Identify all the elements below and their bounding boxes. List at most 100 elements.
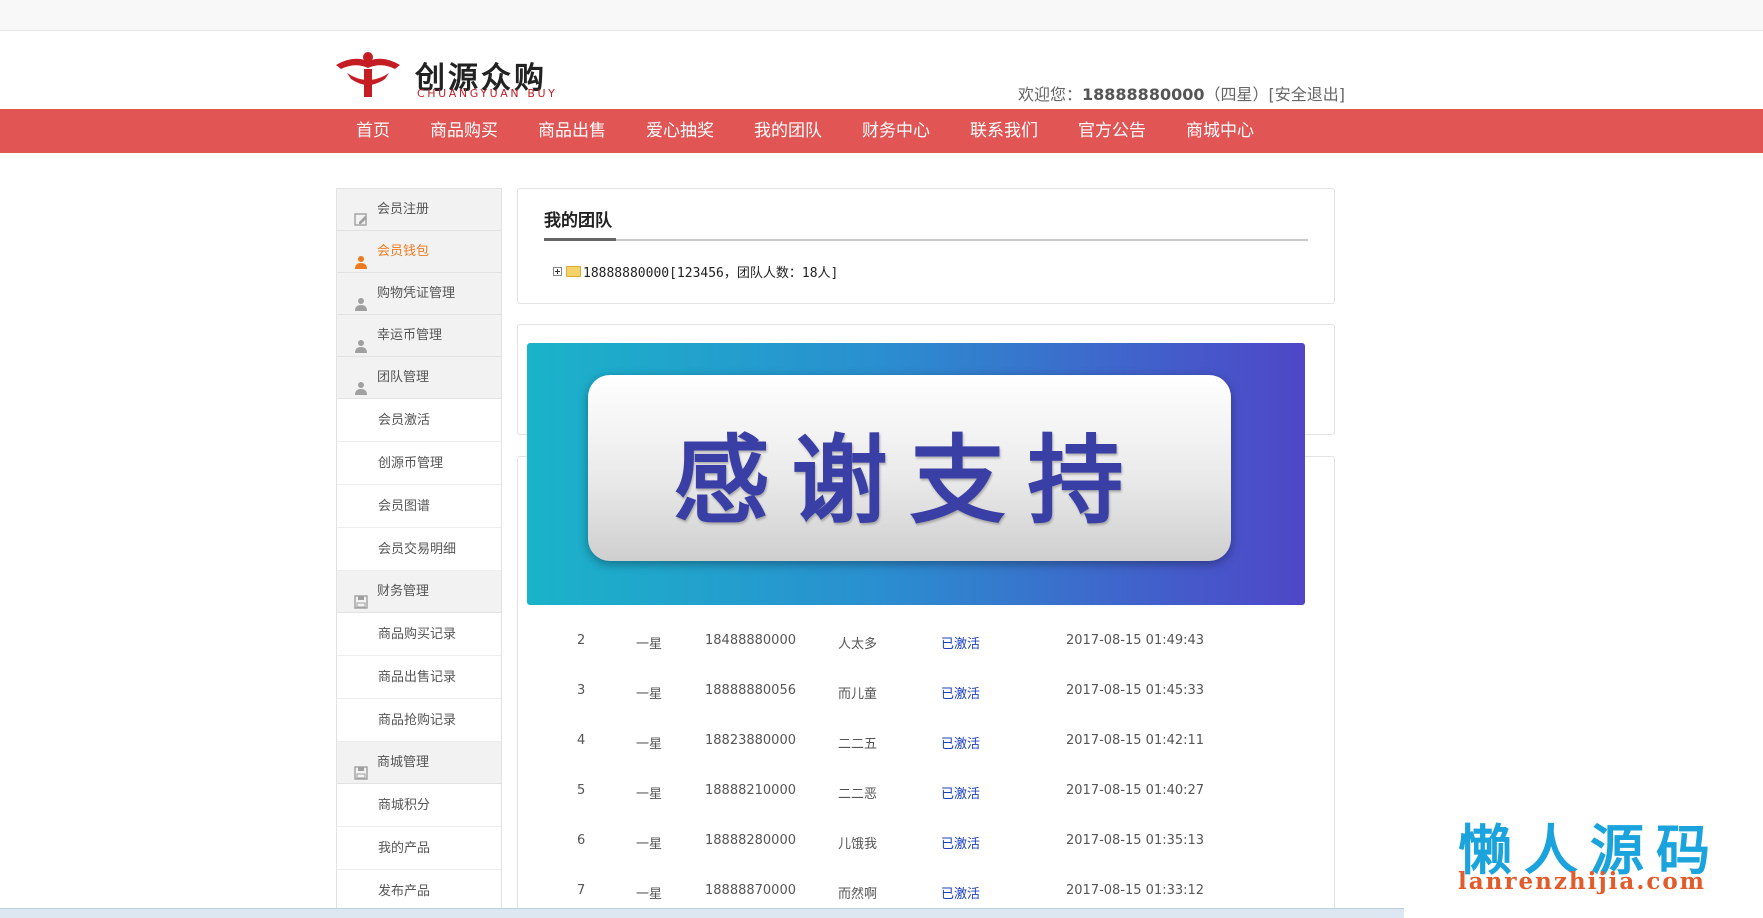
nav-item-2[interactable]: 商品出售 — [518, 109, 626, 153]
sidebar-group-1[interactable]: 会员钱包 — [337, 231, 501, 273]
nav-item-4[interactable]: 我的团队 — [734, 109, 842, 153]
main-nav-bar: 首页 商品购买 商品出售 爱心抽奖 我的团队 财务中心 联系我们 官方公告 商城中心 — [0, 109, 1763, 153]
expand-icon[interactable] — [553, 267, 562, 276]
user-icon — [354, 371, 368, 395]
user-icon — [354, 245, 368, 269]
sidebar-group-2[interactable]: 购物凭证管理 — [337, 273, 501, 315]
user-icon — [354, 329, 368, 353]
save-icon — [354, 585, 368, 609]
cell-status[interactable]: 已激活 — [941, 733, 980, 752]
cell-status[interactable]: 已激活 — [941, 633, 980, 652]
sidebar-group-label: 购物凭证管理 — [377, 286, 456, 301]
main-nav: 首页 商品购买 商品出售 爱心抽奖 我的团队 财务中心 联系我们 官方公告 商城中心 — [336, 109, 1274, 153]
sidebar-item[interactable]: 商品购买记录 — [337, 613, 501, 656]
watermark: 懒人源码 lanrenzhijia.com — [1404, 800, 1763, 918]
cell-time: 2017-08-15 01:33:12 — [1066, 883, 1205, 898]
sidebar-item[interactable]: 会员激活 — [337, 399, 501, 442]
cell-status[interactable]: 已激活 — [941, 833, 980, 852]
team-title: 我的团队 — [544, 211, 612, 231]
logo-text-en: CHUANGYUAN BUY — [417, 87, 558, 100]
table-row: 2 一星 18488880000 人太多 已激活 2017-08-15 01:49:43 — [517, 616, 1335, 666]
nav-item-6[interactable]: 联系我们 — [950, 109, 1058, 153]
nav-item-1[interactable]: 商品购买 — [410, 109, 518, 153]
cell-no: 3 — [577, 683, 586, 698]
team-panel: 我的团队 18888880000[123456，团队人数：18人] — [517, 188, 1335, 304]
cell-name: 人太多 — [838, 637, 878, 652]
user-rank: （四星） — [1204, 85, 1269, 104]
sidebar-item[interactable]: 商城积分 — [337, 784, 501, 827]
cell-star: 一星 — [636, 787, 663, 802]
table-row: 6 一星 18888280000 儿饿我 已激活 2017-08-15 01:35:13 — [517, 816, 1335, 866]
sidebar-menu: 会员注册会员钱包购物凭证管理 幸运币管理团队管理会员激活 创源币管理 会员图谱 会员交易… — [336, 188, 502, 918]
cell-phone: 18888870000 — [705, 883, 796, 898]
cell-no: 6 — [577, 833, 586, 848]
username: 18888880000 — [1082, 85, 1205, 104]
cell-star: 一星 — [636, 637, 663, 652]
sidebar-item[interactable]: 商品出售记录 — [337, 656, 501, 699]
welcome-bar: 欢迎您：18888880000（四星）[安全退出] — [1018, 81, 1345, 105]
banner-text: 感谢支持 — [673, 425, 1146, 537]
sidebar-group-6[interactable]: 商城管理 — [337, 742, 501, 784]
sidebar-group-label: 商城管理 — [377, 755, 430, 770]
cell-name: 二二恶 — [838, 787, 878, 802]
cell-phone: 18823880000 — [705, 733, 796, 748]
watermark-en: lanrenzhijia.com — [1458, 868, 1707, 895]
team-tree-node[interactable]: 18888880000[123456，团队人数：18人] — [553, 262, 838, 281]
title-divider — [544, 239, 1308, 241]
cell-status[interactable]: 已激活 — [941, 683, 980, 702]
cell-status[interactable]: 已激活 — [941, 883, 980, 902]
save-icon — [354, 756, 368, 780]
table-row: 3 一星 18888880056 而儿童 已激活 2017-08-15 01:45:33 — [517, 666, 1335, 716]
browser-top-strip — [0, 0, 1763, 31]
nav-item-7[interactable]: 官方公告 — [1058, 109, 1166, 153]
cell-time: 2017-08-15 01:35:13 — [1066, 833, 1205, 848]
records-list: 2 一星 18488880000 人太多 已激活 2017-08-15 01:49:43 3… — [517, 616, 1335, 916]
sidebar-group-4[interactable]: 团队管理 — [337, 357, 501, 399]
site-logo[interactable]: 创源众购 CHUANGYUAN BUY — [333, 51, 633, 101]
sidebar-group-label: 财务管理 — [377, 584, 430, 599]
cell-star: 一星 — [636, 837, 663, 852]
tree-node-label: 18888880000[123456，团队人数：18人] — [583, 266, 839, 281]
cell-name: 而然啊 — [838, 887, 878, 902]
cell-status[interactable]: 已激活 — [941, 783, 980, 802]
sidebar-item[interactable]: 会员图谱 — [337, 485, 501, 528]
cell-time: 2017-08-15 01:42:11 — [1066, 733, 1205, 748]
nav-item-0[interactable]: 首页 — [336, 109, 410, 153]
sidebar-group-label: 幸运币管理 — [377, 328, 443, 343]
logo-mark-icon — [336, 52, 400, 97]
logout-link[interactable]: [安全退出] — [1269, 85, 1346, 104]
sidebar-item[interactable]: 发布产品 — [337, 870, 501, 913]
sidebar-group-3[interactable]: 幸运币管理 — [337, 315, 501, 357]
nav-item-8[interactable]: 商城中心 — [1166, 109, 1274, 153]
sidebar-item[interactable]: 创源币管理 — [337, 442, 501, 485]
cell-phone: 18888880056 — [705, 683, 796, 698]
cell-no: 7 — [577, 883, 586, 898]
sidebar-group-label: 团队管理 — [377, 370, 430, 385]
cell-no: 5 — [577, 783, 586, 798]
folder-icon — [566, 266, 581, 277]
table-row: 4 一星 18823880000 二二五 已激活 2017-08-15 01:42:11 — [517, 716, 1335, 766]
cell-phone: 18888280000 — [705, 833, 796, 848]
sidebar-item[interactable]: 会员交易明细 — [337, 528, 501, 571]
cell-name: 而儿童 — [838, 687, 878, 702]
cell-no: 2 — [577, 633, 586, 648]
cell-star: 一星 — [636, 737, 663, 752]
cell-phone: 18888210000 — [705, 783, 796, 798]
nav-item-5[interactable]: 财务中心 — [842, 109, 950, 153]
sidebar-group-label: 会员注册 — [377, 202, 430, 217]
sidebar-group-label: 会员钱包 — [377, 244, 430, 259]
sidebar-item[interactable]: 商品抢购记录 — [337, 699, 501, 742]
sidebar-item[interactable]: 我的产品 — [337, 827, 501, 870]
cell-name: 二二五 — [838, 737, 878, 752]
sidebar-group-5[interactable]: 财务管理 — [337, 571, 501, 613]
cell-time: 2017-08-15 01:49:43 — [1066, 633, 1205, 648]
welcome-prefix: 欢迎您： — [1018, 85, 1083, 104]
nav-item-3[interactable]: 爱心抽奖 — [626, 109, 734, 153]
cell-star: 一星 — [636, 887, 663, 902]
sidebar-group-0[interactable]: 会员注册 — [337, 189, 501, 231]
thanks-banner: 感谢支持 — [527, 343, 1305, 605]
user-icon — [354, 287, 368, 311]
cell-time: 2017-08-15 01:45:33 — [1066, 683, 1205, 698]
browser-status-strip — [0, 908, 1404, 918]
table-row: 5 一星 18888210000 二二恶 已激活 2017-08-15 01:40:27 — [517, 766, 1335, 816]
